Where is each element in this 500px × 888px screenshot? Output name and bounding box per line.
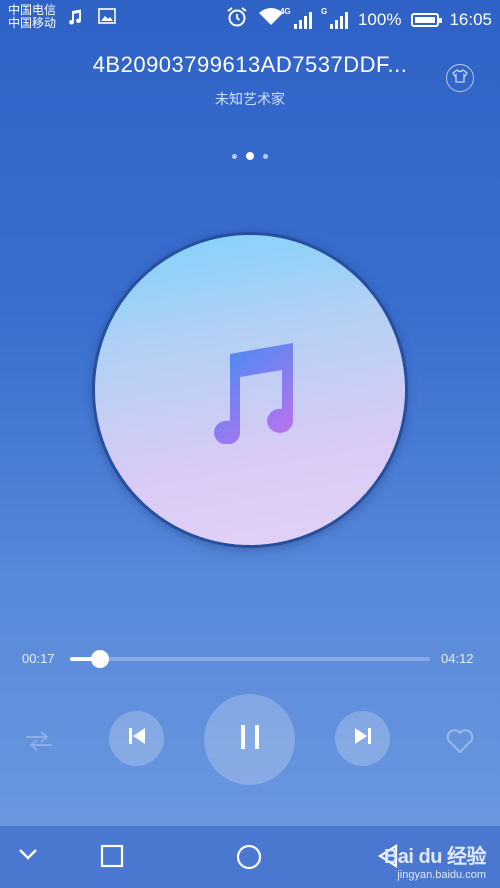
- song-title: 4B20903799613AD7537DDF...: [92, 52, 408, 77]
- navigation-bar: Bai du 经验 jingyan.baidu.com: [0, 826, 500, 888]
- shuffle-icon[interactable]: [24, 729, 54, 758]
- tshirt-icon: [452, 68, 468, 88]
- battery-percent: 100%: [357, 9, 402, 29]
- page-dot: [263, 153, 268, 159]
- page-indicator[interactable]: [0, 152, 500, 160]
- music-note-icon: [208, 340, 296, 449]
- theme-button[interactable]: [446, 64, 474, 92]
- watermark-brand: Bai du 经验: [383, 846, 487, 868]
- alarm-icon: [226, 6, 248, 33]
- heart-icon[interactable]: [446, 728, 474, 759]
- pause-icon: [238, 723, 262, 756]
- carrier-2: 中国移动: [8, 16, 57, 30]
- pause-button[interactable]: [204, 694, 295, 785]
- status-bar: 中国电信 中国移动 4G G 100% 16:05: [0, 0, 500, 36]
- progress-thumb[interactable]: [90, 650, 109, 668]
- elapsed-time: 00:17: [22, 651, 55, 666]
- next-icon: [352, 725, 374, 752]
- carrier-labels: 中国电信 中国移动: [8, 4, 56, 30]
- previous-button[interactable]: [109, 711, 164, 766]
- page-dot-active: [246, 152, 254, 160]
- chevron-down-icon[interactable]: [17, 846, 39, 867]
- signal-icon-2: G: [321, 7, 348, 29]
- clock: 16:05: [449, 9, 492, 29]
- page-dot: [232, 153, 237, 159]
- baidu-watermark: Bai du 经验 jingyan.baidu.com: [383, 840, 487, 881]
- recent-apps-icon[interactable]: [100, 844, 124, 873]
- next-button[interactable]: [335, 711, 390, 766]
- watermark-url: jingyan.baidu.com: [397, 869, 486, 881]
- total-time: 04:12: [441, 651, 474, 666]
- artist-name: 未知艺术家: [215, 91, 285, 107]
- signal-icon-1: 4G: [280, 7, 312, 29]
- album-art-disc: [92, 232, 408, 548]
- progress-bar[interactable]: [70, 650, 430, 668]
- music-note-icon: [66, 8, 84, 31]
- home-icon[interactable]: [236, 844, 262, 875]
- status-right: 4G G 100% 16:05: [226, 6, 492, 33]
- signal-1-tag: 4G: [279, 6, 291, 16]
- signal-2-tag: G: [320, 6, 328, 16]
- image-icon: [98, 8, 116, 29]
- battery-icon: [411, 12, 443, 27]
- previous-icon: [126, 725, 148, 752]
